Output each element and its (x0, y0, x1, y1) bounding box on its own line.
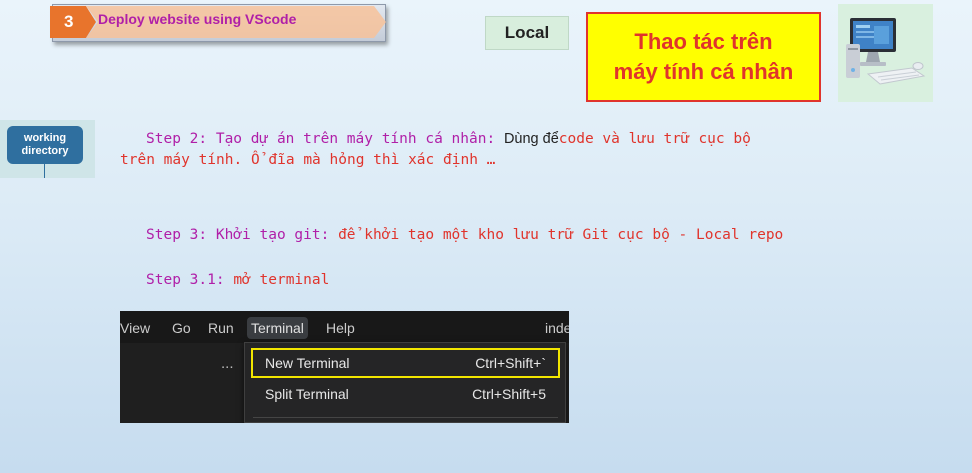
split-terminal-shortcut: Ctrl+Shift+5 (472, 386, 546, 402)
step-title: Deploy website using VScode (98, 11, 297, 27)
working-directory-tag: working directory (7, 126, 83, 164)
step-2-label: Step 2: Tạo dự án trên máy tính cá nhân: (146, 131, 496, 147)
split-terminal-label: Split Terminal (265, 386, 349, 402)
working-directory-line-2: directory (21, 145, 69, 157)
step-3-1-rest: mở terminal (233, 272, 330, 288)
step-2-line-1: Step 2: Tạo dự án trên máy tính cá nhân:… (146, 131, 751, 147)
working-directory-line-1: working (23, 132, 67, 145)
editor-tab-fragment[interactable]: inde (541, 317, 569, 339)
menu-item-split-terminal[interactable]: Split Terminal Ctrl+Shift+5 (253, 381, 558, 407)
menu-help[interactable]: Help (322, 317, 359, 339)
step-2-rest: code và lưu trữ cục bộ (558, 131, 751, 147)
personal-computer-box: Thao tác trên máy tính cá nhân (586, 12, 821, 102)
new-terminal-label: New Terminal (265, 355, 350, 371)
step-3-line: Step 3: Khởi tạo git: để khởi tạo một kh… (146, 227, 783, 243)
more-actions-icon[interactable]: ... (221, 355, 234, 372)
new-terminal-shortcut: Ctrl+Shift+` (475, 355, 546, 371)
vscode-menu-screenshot: View Go Run Terminal Help inde ... New T… (120, 311, 569, 423)
personal-line-1: Thao tác trên (634, 29, 773, 55)
menu-separator (253, 417, 558, 418)
step-3-1-label: Step 3.1: (146, 272, 225, 288)
desktop-computer-icon (838, 4, 933, 102)
step-2-mid: Dùng để (503, 131, 559, 147)
menu-terminal[interactable]: Terminal (247, 317, 308, 339)
personal-line-2: máy tính cá nhân (613, 59, 794, 84)
menu-item-new-terminal[interactable]: New Terminal Ctrl+Shift+` (251, 348, 560, 378)
menu-run[interactable]: Run (204, 317, 238, 339)
terminal-dropdown-menu: New Terminal Ctrl+Shift+` Split Terminal… (244, 342, 566, 423)
menu-go[interactable]: Go (168, 317, 195, 339)
step-3-1-line: Step 3.1: mở terminal (146, 272, 329, 288)
step-3-rest: để khởi tạo một kho lưu trữ Git cục bộ -… (338, 227, 784, 243)
step-2-line-2: trên máy tính. Ổ đĩa mà hỏng thì xác địn… (120, 152, 496, 168)
local-label: Local (485, 16, 569, 50)
connector-line (44, 164, 45, 178)
step-number: 3 (64, 12, 74, 31)
step-3-label: Step 3: Khởi tạo git: (146, 227, 330, 243)
menu-view[interactable]: View (120, 317, 154, 339)
